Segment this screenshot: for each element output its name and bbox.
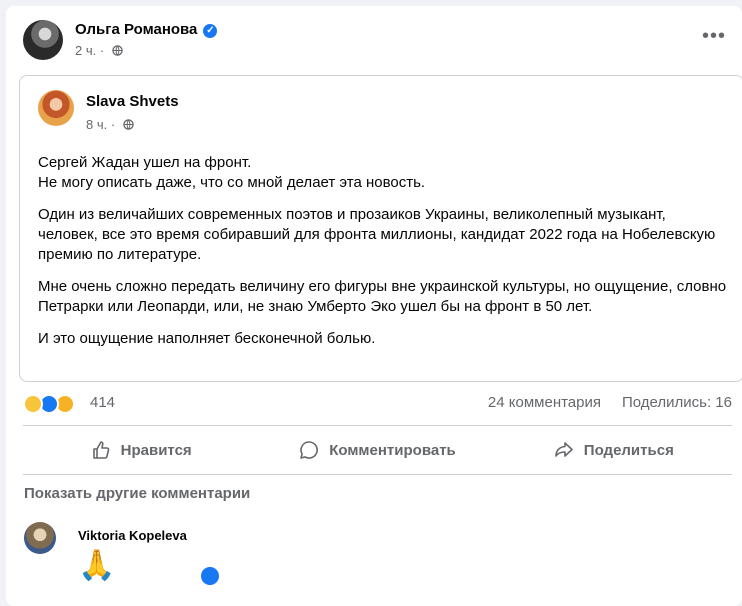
sad-reaction-icon [23,394,43,414]
author-line: Ольга Романова ✓ [75,21,218,38]
divider [23,425,732,426]
share-label: Поделиться [583,441,674,459]
globe-icon [112,45,123,56]
post-header: Ольга Романова ✓ 2 ч. · ••• [23,17,732,67]
comment-like-reaction-icon[interactable] [199,565,221,587]
shares-count[interactable]: Поделились: 16 [622,394,732,411]
post-text: Сергей Жадан ушел на фронт. Не могу опис… [38,153,728,361]
author-avatar[interactable] [23,20,63,60]
show-more-comments-link[interactable]: Показать другие комментарии [24,485,250,502]
reaction-count[interactable]: 414 [90,394,115,411]
post-paragraph: Один из величайших современных поэтов и … [38,206,716,263]
post-paragraph: И это ощущение наполняет бесконечной бол… [38,330,376,347]
action-bar: Нравится Комментировать Поделиться [23,432,732,468]
like-label: Нравится [120,441,192,459]
globe-icon [123,119,134,130]
verified-badge-icon: ✓ [203,24,218,38]
shared-post-time[interactable]: 8 ч. · [86,117,115,132]
thumbs-up-icon [92,441,110,459]
shared-author-avatar[interactable] [38,90,74,126]
comment-button[interactable]: Комментировать [259,432,495,468]
comments-count[interactable]: 24 комментария [488,394,601,411]
post-card: Ольга Романова ✓ 2 ч. · ••• Slava Shvets … [6,6,742,606]
post-time[interactable]: 2 ч. · [75,43,104,58]
comment-content: 🙏 [78,549,116,582]
commenter-avatar[interactable] [24,522,56,554]
share-button[interactable]: Поделиться [496,432,732,468]
share-arrow-icon [554,442,573,457]
post-paragraph: Мне очень сложно передать величину его ф… [38,278,727,315]
more-options-button[interactable]: ••• [702,25,726,48]
reactions-summary: 414 24 комментария Поделились: 16 [23,394,732,414]
shared-post[interactable]: Slava Shvets 8 ч. · Сергей Жадан ушел на… [19,75,742,382]
comment-bubble-icon [300,441,319,459]
post-meta: 2 ч. · [75,43,123,58]
author-name[interactable]: Ольга Романова [75,21,197,38]
like-button[interactable]: Нравится [23,432,259,468]
shared-author-name[interactable]: Slava Shvets [86,93,179,110]
reaction-icons[interactable] [23,394,93,414]
shared-post-meta: 8 ч. · [86,117,134,132]
divider [23,474,732,475]
post-paragraph: Сергей Жадан ушел на фронт. Не могу опис… [38,154,426,191]
commenter-name[interactable]: Viktoria Kopeleva [78,528,187,543]
comment-label: Комментировать [329,441,456,459]
